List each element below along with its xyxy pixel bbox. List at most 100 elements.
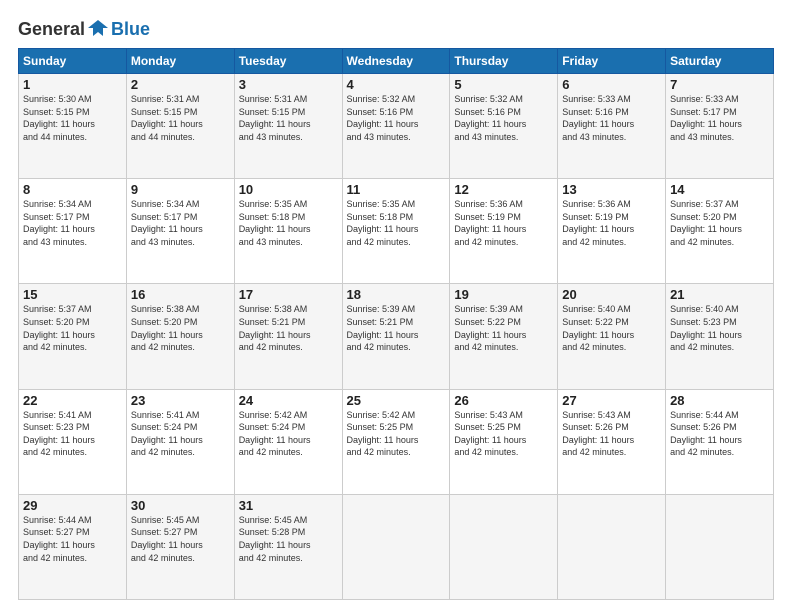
day-number: 22 xyxy=(23,393,122,408)
day-info-line: and 43 minutes. xyxy=(347,131,446,144)
day-info-line: Sunrise: 5:36 AM xyxy=(454,198,553,211)
day-info-line: and 44 minutes. xyxy=(131,131,230,144)
day-info-line: Daylight: 11 hours xyxy=(454,223,553,236)
day-info-line: and 42 minutes. xyxy=(23,552,122,565)
day-number: 25 xyxy=(347,393,446,408)
day-number: 27 xyxy=(562,393,661,408)
calendar-cell: 14Sunrise: 5:37 AMSunset: 5:20 PMDayligh… xyxy=(666,179,774,284)
calendar-table: SundayMondayTuesdayWednesdayThursdayFrid… xyxy=(18,48,774,600)
weekday-header-tuesday: Tuesday xyxy=(234,49,342,74)
day-info-line: and 42 minutes. xyxy=(670,341,769,354)
calendar-cell: 7Sunrise: 5:33 AMSunset: 5:17 PMDaylight… xyxy=(666,74,774,179)
day-info-line: and 43 minutes. xyxy=(670,131,769,144)
day-info-line: Sunrise: 5:40 AM xyxy=(670,303,769,316)
day-info-line: Sunrise: 5:35 AM xyxy=(347,198,446,211)
day-info-line: and 42 minutes. xyxy=(454,236,553,249)
day-number: 11 xyxy=(347,182,446,197)
day-info-line: Sunrise: 5:31 AM xyxy=(239,93,338,106)
day-info-line: Sunrise: 5:45 AM xyxy=(131,514,230,527)
calendar-cell: 21Sunrise: 5:40 AMSunset: 5:23 PMDayligh… xyxy=(666,284,774,389)
day-info-line: Sunset: 5:19 PM xyxy=(454,211,553,224)
day-info-line: and 42 minutes. xyxy=(454,341,553,354)
day-info-line: Daylight: 11 hours xyxy=(670,434,769,447)
day-info-line: Daylight: 11 hours xyxy=(454,118,553,131)
day-info-line: Daylight: 11 hours xyxy=(239,223,338,236)
header: General Blue xyxy=(18,18,774,40)
day-number: 23 xyxy=(131,393,230,408)
day-info-line: Daylight: 11 hours xyxy=(239,329,338,342)
calendar-cell: 31Sunrise: 5:45 AMSunset: 5:28 PMDayligh… xyxy=(234,494,342,599)
calendar-cell xyxy=(342,494,450,599)
day-number: 30 xyxy=(131,498,230,513)
day-info-line: Sunset: 5:18 PM xyxy=(239,211,338,224)
calendar-row-1: 8Sunrise: 5:34 AM Sunset: 5:17 PM Daylight… xyxy=(19,179,774,284)
day-info-line: and 42 minutes. xyxy=(454,446,553,459)
day-info-line: Sunset: 5:19 PM xyxy=(562,211,661,224)
day-info-line: and 42 minutes. xyxy=(23,341,122,354)
day-info-line: and 42 minutes. xyxy=(562,341,661,354)
day-info-line: and 42 minutes. xyxy=(131,341,230,354)
calendar-cell: 30Sunrise: 5:45 AMSunset: 5:27 PMDayligh… xyxy=(126,494,234,599)
day-info-line: Sunrise: 5:42 AM xyxy=(239,409,338,422)
day-info-line: Sunset: 5:20 PM xyxy=(131,316,230,329)
calendar-row-4: 29Sunrise: 5:44 AMSunset: 5:27 PMDayligh… xyxy=(19,494,774,599)
day-number: 6 xyxy=(562,77,661,92)
day-info-line: Daylight: 11 hours xyxy=(562,223,661,236)
day-number: 4 xyxy=(347,77,446,92)
day-info-line: and 43 minutes. xyxy=(562,131,661,144)
day-info-line: Sunset: 5:28 PM xyxy=(239,526,338,539)
day-info-line: Daylight: 11 hours xyxy=(131,539,230,552)
calendar-cell: 28Sunrise: 5:44 AMSunset: 5:26 PMDayligh… xyxy=(666,389,774,494)
day-info-line: Sunset: 5:23 PM xyxy=(23,421,122,434)
day-info-line: Daylight: 11 hours xyxy=(347,118,446,131)
calendar-cell: 5Sunrise: 5:32 AMSunset: 5:16 PMDaylight… xyxy=(450,74,558,179)
day-info-line: Sunset: 5:16 PM xyxy=(454,106,553,119)
day-info-line: Sunset: 5:16 PM xyxy=(562,106,661,119)
logo-bird-icon xyxy=(88,18,108,40)
day-info-line: Sunrise: 5:35 AM xyxy=(239,198,338,211)
calendar-row-2: 15Sunrise: 5:37 AMSunset: 5:20 PMDayligh… xyxy=(19,284,774,389)
calendar-cell: 9Sunrise: 5:34 AMSunset: 5:17 PMDaylight… xyxy=(126,179,234,284)
day-info-line: Daylight: 11 hours xyxy=(23,223,122,236)
day-number: 31 xyxy=(239,498,338,513)
day-info-line: Sunrise: 5:38 AM xyxy=(131,303,230,316)
day-info-line: Daylight: 11 hours xyxy=(239,539,338,552)
calendar-row-0: 1Sunrise: 5:30 AMSunset: 5:15 PMDaylight… xyxy=(19,74,774,179)
day-info-line: Sunrise: 5:43 AM xyxy=(454,409,553,422)
weekday-header-sunday: Sunday xyxy=(19,49,127,74)
day-info-line: Sunrise: 5:37 AM xyxy=(23,303,122,316)
day-number: 3 xyxy=(239,77,338,92)
calendar-cell: 27Sunrise: 5:43 AMSunset: 5:26 PMDayligh… xyxy=(558,389,666,494)
calendar-cell: 24Sunrise: 5:42 AMSunset: 5:24 PMDayligh… xyxy=(234,389,342,494)
day-info-line: Daylight: 11 hours xyxy=(23,329,122,342)
day-number: 8 xyxy=(23,182,122,197)
day-info-line: Daylight: 11 hours xyxy=(239,118,338,131)
calendar-cell: 15Sunrise: 5:37 AMSunset: 5:20 PMDayligh… xyxy=(19,284,127,389)
day-info-line: Sunset: 5:21 PM xyxy=(347,316,446,329)
day-info-line: Sunrise: 5:44 AM xyxy=(23,514,122,527)
calendar-cell: 22Sunrise: 5:41 AMSunset: 5:23 PMDayligh… xyxy=(19,389,127,494)
day-info-line: Sunset: 5:15 PM xyxy=(23,106,122,119)
day-info-line: Daylight: 11 hours xyxy=(239,434,338,447)
day-info-line: Sunset: 5:26 PM xyxy=(670,421,769,434)
day-info-line: Daylight: 11 hours xyxy=(23,434,122,447)
day-info-line: Sunset: 5:16 PM xyxy=(347,106,446,119)
day-info-line: Sunrise: 5:42 AM xyxy=(347,409,446,422)
calendar-cell: 4Sunrise: 5:32 AMSunset: 5:16 PMDaylight… xyxy=(342,74,450,179)
day-info-line: Daylight: 11 hours xyxy=(131,434,230,447)
day-info-line: Sunset: 5:20 PM xyxy=(23,316,122,329)
day-info-line: Sunrise: 5:43 AM xyxy=(562,409,661,422)
day-info-line: Sunrise: 5:40 AM xyxy=(562,303,661,316)
calendar-cell: 2Sunrise: 5:31 AMSunset: 5:15 PMDaylight… xyxy=(126,74,234,179)
day-info-line: Sunrise: 5:34 AM xyxy=(23,198,122,211)
day-info-line: and 43 minutes. xyxy=(23,236,122,249)
day-info-line: Sunset: 5:17 PM xyxy=(131,211,230,224)
day-number: 7 xyxy=(670,77,769,92)
day-info-line: Sunrise: 5:30 AM xyxy=(23,93,122,106)
logo-general: General xyxy=(18,19,85,40)
day-info-line: Sunset: 5:17 PM xyxy=(670,106,769,119)
day-number: 18 xyxy=(347,287,446,302)
day-info-line: and 42 minutes. xyxy=(670,446,769,459)
day-number: 21 xyxy=(670,287,769,302)
day-info-line: Daylight: 11 hours xyxy=(454,329,553,342)
